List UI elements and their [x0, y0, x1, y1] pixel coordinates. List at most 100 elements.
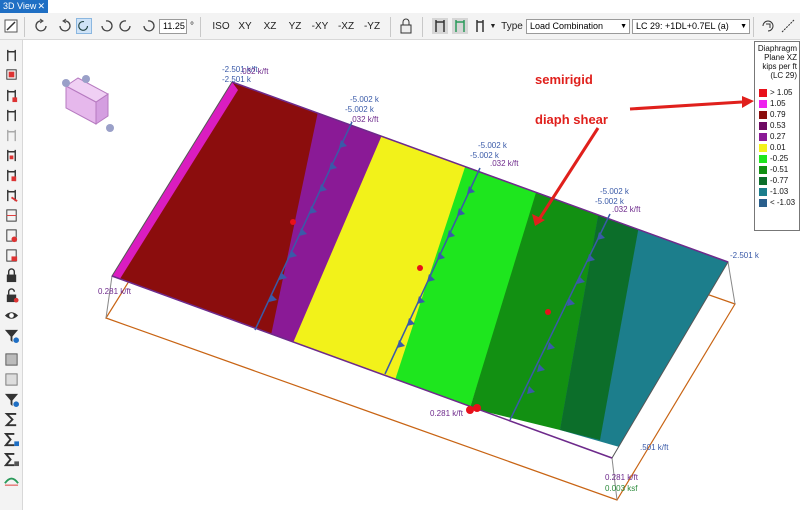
view-xy-button[interactable]: XY: [236, 17, 254, 36]
legend-value: 0.27: [770, 132, 786, 141]
member-style-dropdown-icon[interactable]: [472, 18, 488, 34]
member-design-icon[interactable]: [4, 188, 19, 203]
report-export-icon[interactable]: [4, 372, 19, 387]
label-right-edge: -2.501 k: [730, 251, 760, 260]
legend-swatch: [759, 177, 767, 185]
left-toolbar: [0, 40, 23, 510]
legend-swatch: [759, 155, 767, 163]
type-label: Type: [501, 21, 523, 32]
label-load-1: -5.002 k: [350, 95, 380, 104]
deflection-icon[interactable]: [4, 472, 19, 487]
frame-icon[interactable]: [4, 48, 19, 63]
annotation-diaph-shear: diaph shear: [535, 112, 608, 127]
load-combination-select[interactable]: LC 29: +1DL+0.7EL (a) ▼: [632, 19, 750, 34]
contour-legend[interactable]: Diaphragm Plane XZ kips per ft (LC 29) >…: [754, 41, 800, 231]
legend-value: -0.25: [770, 154, 789, 163]
edit-icon[interactable]: [3, 18, 19, 34]
chevron-down-icon: ▼: [740, 23, 747, 30]
view-neg-yz-button[interactable]: -YZ: [361, 17, 383, 36]
chevron-down-icon[interactable]: ▼: [489, 17, 497, 36]
label-base-right: 0.281 k/ft: [605, 473, 639, 482]
rotate-x-icon[interactable]: [76, 18, 92, 34]
member-check-icon[interactable]: [4, 148, 19, 163]
legend-value: -1.03: [770, 187, 789, 196]
view-iso-button[interactable]: ISO: [210, 17, 232, 36]
legend-value: -0.77: [770, 176, 789, 185]
rotate-left-icon[interactable]: [34, 18, 50, 34]
legend-value: 0.79: [770, 110, 786, 119]
member-color-icon[interactable]: [452, 18, 468, 34]
label-base-mid: 0.281 k/ft: [430, 409, 464, 418]
lock-icon[interactable]: [398, 18, 414, 34]
rotate-z-neg-icon[interactable]: [140, 18, 156, 34]
tab-bar: 3D View ✕: [0, 0, 800, 13]
legend-value: < -1.03: [770, 198, 796, 207]
label-load-2: -5.002 k: [478, 141, 508, 150]
legend-swatch: [759, 111, 767, 119]
label-ksf: 0.003 ksf: [605, 484, 638, 493]
legend-title-3: kips per ft: [762, 62, 797, 71]
legend-title-4: (LC 29): [770, 71, 797, 80]
lock-icon[interactable]: [4, 268, 19, 283]
filter-icon[interactable]: [4, 328, 19, 343]
legend-swatch: [759, 188, 767, 196]
view-yz-button[interactable]: YZ: [286, 17, 304, 36]
rotate-view-icon[interactable]: [760, 18, 776, 34]
view-neg-xz-button[interactable]: -XZ: [335, 17, 357, 36]
legend-value: -0.51: [770, 165, 789, 174]
legend-title-1: Diaphragm: [757, 44, 797, 53]
filter-results-icon[interactable]: [4, 392, 19, 407]
legend-value: > 1.05: [770, 88, 793, 97]
legend-swatch: [759, 166, 767, 174]
label-load-2-kft: .032 k/ft: [490, 159, 519, 168]
view-toolbar: 11.25 ° ISO XY XZ YZ -XY -XZ -YZ ▼ Type …: [0, 13, 800, 40]
member-display-icon[interactable]: [432, 18, 448, 34]
legend-value: 0.53: [770, 121, 786, 130]
label-base-left: 0.281 k/ft: [98, 287, 132, 296]
member-release-icon[interactable]: [4, 108, 19, 123]
annotation-semirigid: semirigid: [535, 72, 593, 87]
legend-value: 0.01: [770, 143, 786, 152]
tab-3d-view[interactable]: 3D View ✕: [0, 0, 48, 13]
legend-swatch: [759, 89, 767, 97]
sum-icon[interactable]: [4, 412, 19, 427]
member-load-icon[interactable]: [4, 88, 19, 103]
view-neg-xy-button[interactable]: -XY: [309, 17, 331, 36]
label-top-left-kft: .032 k/ft: [240, 67, 269, 76]
label-load-3: -5.002 k: [600, 187, 630, 196]
member-results-icon[interactable]: [4, 168, 19, 183]
degree-symbol: °: [190, 21, 194, 32]
legend-swatch: [759, 122, 767, 130]
rotation-angle-input[interactable]: 11.25: [159, 19, 187, 34]
plate-icon[interactable]: [4, 208, 19, 223]
legend-swatch: [759, 100, 767, 108]
legend-swatch: [759, 133, 767, 141]
rotate-y-icon[interactable]: [98, 18, 114, 34]
chevron-down-icon: ▼: [620, 23, 627, 30]
plate-load-icon[interactable]: [4, 228, 19, 243]
orientation-cube[interactable]: [62, 75, 114, 132]
model-viewport[interactable]: -2.501 k/ft -2.501 k .032 k/ft -5.002 k …: [24, 41, 800, 510]
label-top-left-k2: -2.501 k: [222, 75, 252, 84]
unlock-icon[interactable]: [4, 288, 19, 303]
view-xz-button[interactable]: XZ: [261, 17, 279, 36]
label-load-1b: -5.002 k: [345, 105, 375, 114]
member-hidden-icon[interactable]: [4, 128, 19, 143]
legend-swatch: [759, 199, 767, 207]
plate-results-icon[interactable]: [4, 248, 19, 263]
frame-red-icon[interactable]: [4, 67, 19, 82]
legend-swatch: [759, 144, 767, 152]
report-icon[interactable]: [4, 352, 19, 367]
legend-title-2: Plane XZ: [764, 53, 797, 62]
load-combination-value: LC 29: +1DL+0.7EL (a): [636, 21, 729, 31]
sum-member-icon[interactable]: [4, 452, 19, 467]
measure-icon[interactable]: [780, 18, 796, 34]
rotate-right-icon[interactable]: [56, 18, 72, 34]
sum-plate-icon[interactable]: [4, 432, 19, 447]
eye-icon[interactable]: [4, 308, 19, 323]
legend-value: 1.05: [770, 99, 786, 108]
type-select[interactable]: Load Combination ▼: [526, 19, 630, 34]
close-icon[interactable]: ✕: [37, 0, 45, 13]
rotate-z-icon[interactable]: [118, 18, 134, 34]
type-select-value: Load Combination: [530, 21, 604, 31]
